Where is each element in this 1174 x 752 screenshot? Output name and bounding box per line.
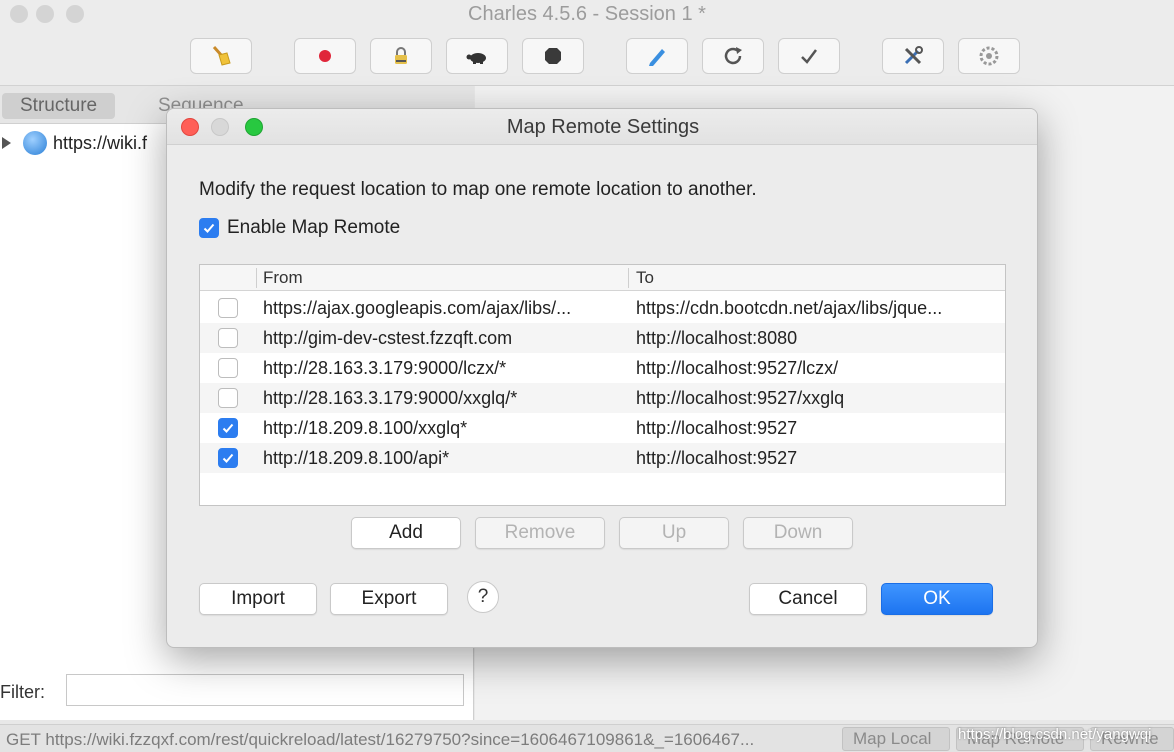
- column-header-from[interactable]: From: [263, 268, 303, 288]
- row-enable-checkbox[interactable]: [218, 448, 238, 468]
- filter-input[interactable]: [66, 674, 464, 706]
- table-row[interactable]: http://18.209.8.100/api* http://localhos…: [200, 443, 1005, 473]
- watermark: https://blog.csdn.net/yangwqi: [958, 726, 1152, 743]
- cancel-button[interactable]: Cancel: [749, 583, 867, 615]
- add-button[interactable]: Add: [351, 517, 461, 549]
- record-icon: [319, 50, 331, 62]
- dialog-title: Map Remote Settings: [506, 116, 700, 138]
- throttle-button[interactable]: [446, 38, 508, 74]
- table-row[interactable]: http://gim-dev-cstest.fzzqft.com http://…: [200, 323, 1005, 353]
- row-enable-checkbox[interactable]: [218, 418, 238, 438]
- broom-icon: [212, 46, 231, 66]
- tab-structure[interactable]: Structure: [2, 93, 116, 119]
- table-row[interactable]: http://18.209.8.100/xxglq* http://localh…: [200, 413, 1005, 443]
- from-cell: http://18.209.8.100/api*: [263, 448, 450, 468]
- repeat-button[interactable]: [702, 38, 764, 74]
- table-row[interactable]: http://28.163.3.179:9000/xxglq/* http://…: [200, 383, 1005, 413]
- clear-session-button[interactable]: [190, 38, 252, 74]
- row-enable-checkbox[interactable]: [218, 298, 238, 318]
- pen-icon: [649, 49, 665, 66]
- breakpoints-button[interactable]: [522, 38, 584, 74]
- mapping-table: From To https://ajax.googleapis.com/ajax…: [199, 264, 1006, 506]
- ok-button[interactable]: OK: [881, 583, 993, 615]
- table-header: From To: [200, 265, 1005, 291]
- import-button[interactable]: Import: [199, 583, 317, 615]
- tree-item-host[interactable]: https://wiki.f: [0, 130, 147, 156]
- tools-button[interactable]: [882, 38, 944, 74]
- validate-button[interactable]: [778, 38, 840, 74]
- settings-button[interactable]: [958, 38, 1020, 74]
- lock-icon: [395, 47, 407, 64]
- from-cell: http://28.163.3.179:9000/xxglq/*: [263, 388, 518, 408]
- enable-map-remote-checkbox[interactable]: Enable Map Remote: [199, 217, 400, 239]
- from-cell: http://gim-dev-cstest.fzzqft.com: [263, 328, 513, 348]
- column-header-to[interactable]: To: [636, 268, 654, 288]
- from-cell: http://28.163.3.179:9000/lczx/*: [263, 358, 507, 378]
- globe-icon: [23, 131, 47, 155]
- to-cell: http://localhost:9527/xxglq: [636, 388, 845, 408]
- ssl-proxying-button[interactable]: [370, 38, 432, 74]
- checkbox[interactable]: [199, 218, 219, 238]
- tools-icon: [904, 46, 923, 65]
- refresh-icon: [724, 47, 742, 65]
- row-enable-checkbox[interactable]: [218, 388, 238, 408]
- checkmark-icon: [222, 423, 234, 433]
- turtle-icon: [466, 53, 486, 64]
- dialog-titlebar: Map Remote Settings: [167, 109, 1037, 145]
- expand-arrow-icon[interactable]: [2, 137, 11, 149]
- from-cell: http://18.209.8.100/xxglq*: [263, 418, 468, 438]
- compose-button[interactable]: [626, 38, 688, 74]
- map-local-status-button[interactable]: Map Local: [842, 727, 950, 751]
- to-cell: http://localhost:9527: [636, 448, 798, 468]
- to-cell: http://localhost:9527/lczx/: [636, 358, 839, 378]
- to-cell: http://localhost:8080: [636, 328, 798, 348]
- remove-button[interactable]: Remove: [475, 517, 605, 549]
- down-button[interactable]: Down: [743, 517, 853, 549]
- to-cell: https://cdn.bootcdn.net/ajax/libs/jque..…: [636, 298, 943, 318]
- from-cell: https://ajax.googleapis.com/ajax/libs/..…: [263, 298, 572, 318]
- checkmark-icon: [222, 453, 234, 463]
- row-enable-checkbox[interactable]: [218, 328, 238, 348]
- help-button[interactable]: ?: [467, 581, 499, 613]
- map-remote-settings-dialog: Map Remote Settings Modify the request l…: [166, 108, 1038, 648]
- status-text: GET https://wiki.fzzqxf.com/rest/quickre…: [6, 730, 755, 749]
- table-row[interactable]: http://28.163.3.179:9000/lczx/* http://l…: [200, 353, 1005, 383]
- stop-hexagon-icon: [545, 48, 561, 64]
- tree-item-label: https://wiki.f: [53, 132, 148, 153]
- checkmark-icon: [801, 49, 817, 64]
- checkmark-icon: [203, 223, 215, 233]
- up-button[interactable]: Up: [619, 517, 729, 549]
- settings-gear-icon: [979, 46, 999, 66]
- window-title: Charles 4.5.6 - Session 1 *: [468, 3, 706, 25]
- row-enable-checkbox[interactable]: [218, 358, 238, 378]
- export-button[interactable]: Export: [330, 583, 448, 615]
- table-row[interactable]: https://ajax.googleapis.com/ajax/libs/..…: [200, 293, 1005, 323]
- enable-map-remote-label: Enable Map Remote: [227, 217, 401, 238]
- window-titlebar: Charles 4.5.6 - Session 1 *: [0, 0, 1174, 28]
- main-toolbar: [0, 28, 1174, 86]
- to-cell: http://localhost:9527: [636, 418, 798, 438]
- dialog-description: Modify the request location to map one r…: [199, 179, 757, 200]
- record-button[interactable]: [294, 38, 356, 74]
- filter-label: Filter:: [0, 682, 45, 702]
